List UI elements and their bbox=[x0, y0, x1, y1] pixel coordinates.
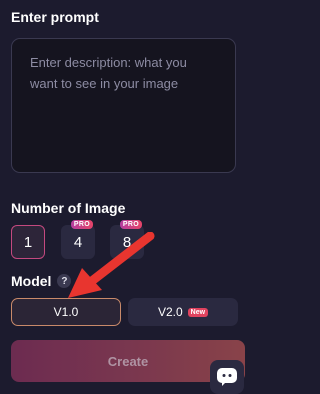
create-button-label: Create bbox=[107, 353, 149, 369]
number-of-image-heading: Number of Image bbox=[11, 200, 126, 216]
image-count-4-label: 4 bbox=[73, 233, 83, 251]
chat-bubble-icon[interactable] bbox=[210, 360, 244, 394]
prompt-box bbox=[11, 38, 236, 173]
question-circle-icon[interactable]: ? bbox=[57, 274, 72, 288]
pro-badge: PRO bbox=[70, 220, 93, 229]
image-count-8-button[interactable]: 8 PRO bbox=[110, 220, 144, 259]
image-count-1-label: 1 bbox=[23, 233, 33, 251]
prompt-input[interactable] bbox=[30, 52, 217, 159]
pro-badge: PRO bbox=[119, 220, 142, 229]
model-v1-button[interactable]: V1.0 bbox=[11, 298, 121, 326]
image-count-8-label: 8 bbox=[122, 233, 132, 251]
model-heading-row: Model ? bbox=[11, 273, 72, 289]
model-v2-label: V2.0 bbox=[157, 305, 183, 319]
model-heading: Model bbox=[11, 273, 52, 289]
model-v2-button[interactable]: V2.0 New bbox=[128, 298, 238, 326]
image-generator-panel: Enter prompt Number of Image 1 4 PRO 8 P… bbox=[0, 0, 256, 394]
new-badge: New bbox=[187, 307, 209, 317]
model-v1-label: V1.0 bbox=[53, 305, 79, 319]
image-count-1-button[interactable]: 1 bbox=[11, 225, 45, 259]
prompt-heading: Enter prompt bbox=[11, 9, 99, 25]
image-count-4-button[interactable]: 4 PRO bbox=[61, 220, 95, 259]
